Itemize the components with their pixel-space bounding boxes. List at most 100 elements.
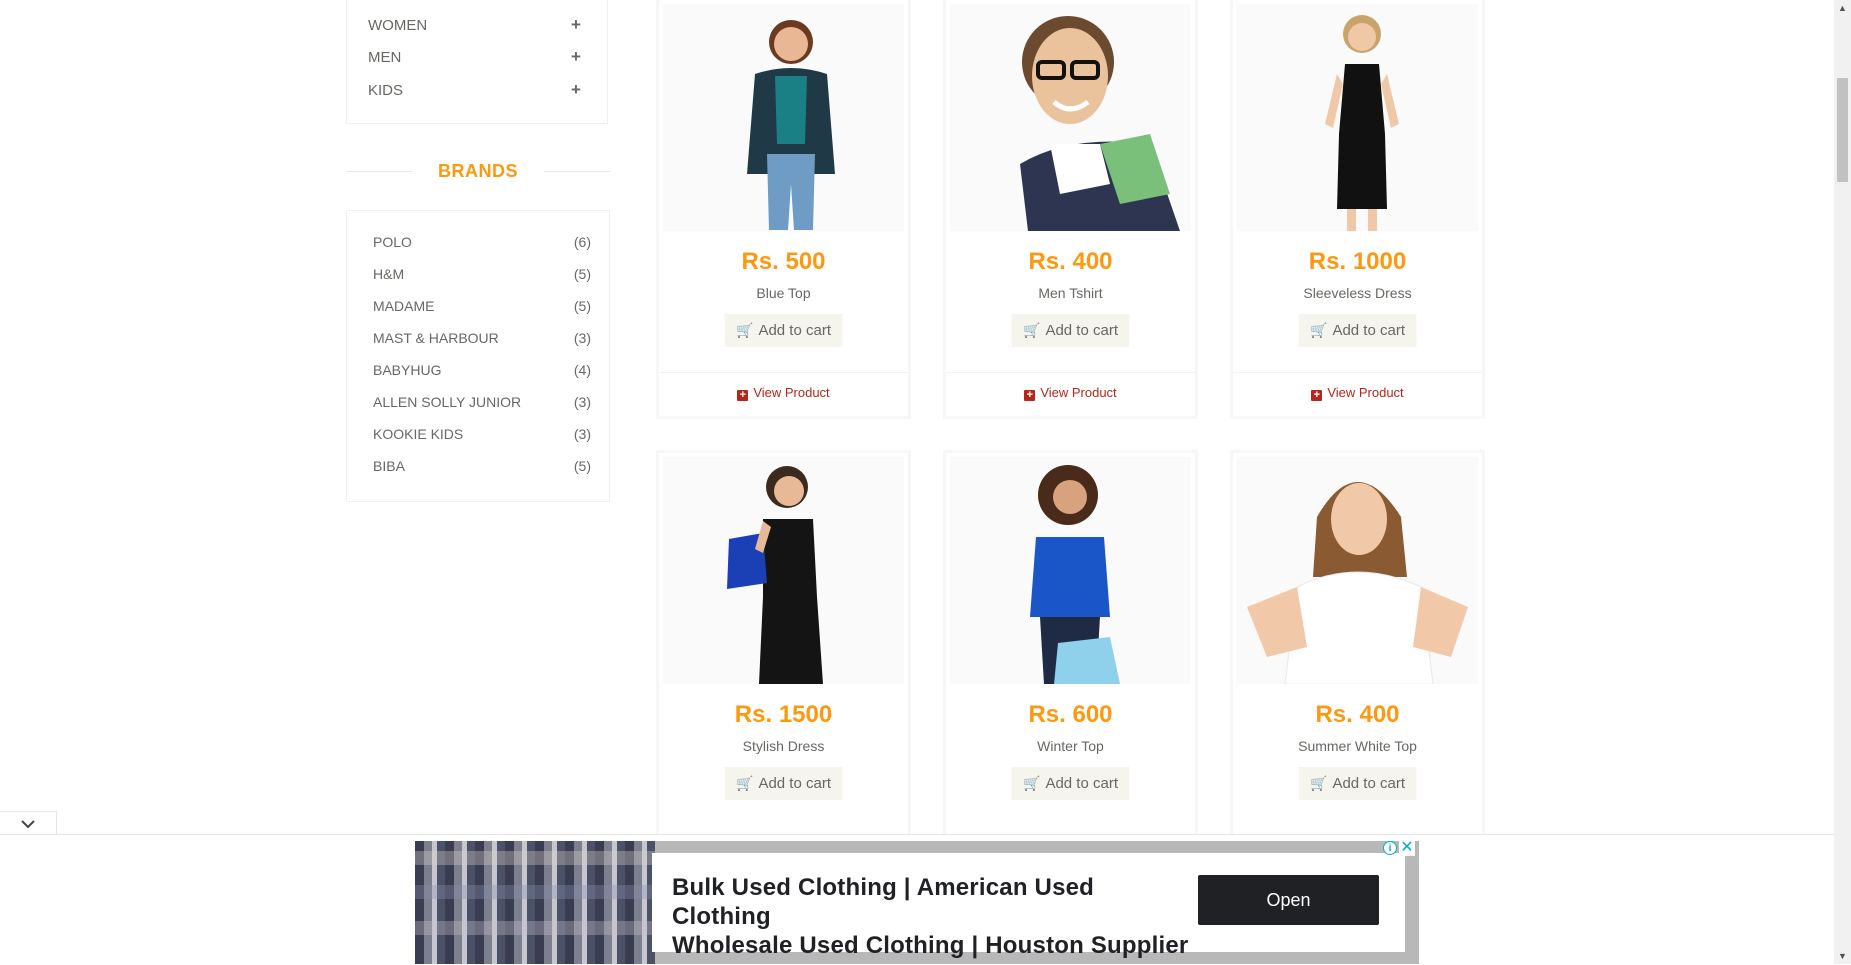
add-to-cart-button[interactable]: 🛒 Add to cart bbox=[724, 314, 843, 347]
product-price: Rs. 400 bbox=[1315, 701, 1400, 728]
cart-icon: 🛒 bbox=[736, 775, 754, 791]
ad-line-1: Bulk Used Clothing | American Used Cloth… bbox=[672, 874, 1095, 930]
person-figure-icon bbox=[1247, 482, 1468, 684]
cart-icon: 🛒 bbox=[1310, 775, 1328, 791]
brand-item-polo[interactable]: POLO (6) bbox=[373, 231, 591, 253]
product-card: Rs. 1500 Stylish Dress 🛒 Add to cart bbox=[656, 450, 911, 850]
plus-icon[interactable]: + bbox=[569, 15, 583, 35]
brands-heading: BRANDS bbox=[346, 156, 610, 186]
category-kids[interactable]: KIDS + bbox=[368, 79, 583, 101]
cart-icon: 🛒 bbox=[1310, 322, 1328, 338]
brand-count: (5) bbox=[573, 458, 591, 474]
brand-name: KOOKIE KIDS bbox=[373, 426, 464, 442]
ad-close-icon[interactable]: ✕ bbox=[1399, 841, 1415, 856]
page-scrollbar[interactable]: ▲ ▼ bbox=[1834, 0, 1851, 964]
category-label: WOMEN bbox=[368, 16, 428, 34]
product-price: Rs. 400 bbox=[1028, 248, 1113, 275]
product-name: Blue Top bbox=[756, 285, 811, 301]
brands-title: BRANDS bbox=[437, 160, 518, 181]
plus-square-icon: + bbox=[1024, 390, 1036, 401]
card-divider bbox=[659, 372, 908, 373]
add-to-cart-button[interactable]: 🛒 Add to cart bbox=[1298, 767, 1417, 800]
chevron-down-icon bbox=[21, 820, 35, 829]
ad-info-icon[interactable]: i bbox=[1383, 841, 1397, 855]
person-figure-icon bbox=[747, 20, 835, 230]
product-image[interactable] bbox=[1237, 4, 1478, 231]
add-to-cart-label: Add to cart bbox=[1332, 322, 1405, 339]
ad-open-button[interactable]: Open bbox=[1198, 875, 1379, 925]
brand-name: MAST & HARBOUR bbox=[373, 330, 499, 346]
category-women[interactable]: WOMEN + bbox=[368, 14, 583, 36]
add-to-cart-label: Add to cart bbox=[1045, 322, 1118, 339]
view-product-link[interactable]: + View Product bbox=[1233, 385, 1482, 401]
category-men[interactable]: MEN + bbox=[368, 46, 583, 68]
brand-count: (3) bbox=[573, 426, 591, 442]
ad-banner[interactable]: Bulk Used Clothing | American Used Cloth… bbox=[415, 841, 1419, 964]
add-to-cart-label: Add to cart bbox=[758, 775, 831, 792]
scroll-thumb[interactable] bbox=[1837, 78, 1848, 182]
view-product-label: View Product bbox=[1327, 385, 1404, 400]
view-product-label: View Product bbox=[753, 385, 830, 400]
brand-count: (5) bbox=[573, 298, 591, 314]
brand-count: (4) bbox=[573, 362, 591, 378]
plus-square-icon: + bbox=[737, 390, 749, 401]
product-price: Rs. 1500 bbox=[734, 701, 833, 728]
brand-panel: POLO (6) H&M (5) MADAME (5) MAST & HARBO… bbox=[346, 210, 610, 502]
heading-divider bbox=[346, 171, 412, 172]
brand-item-hm[interactable]: H&M (5) bbox=[373, 263, 591, 285]
person-figure-icon bbox=[1325, 15, 1399, 231]
brand-item-babyhug[interactable]: BABYHUG (4) bbox=[373, 359, 591, 381]
ad-headline: Bulk Used Clothing | American Used Cloth… bbox=[672, 873, 1192, 960]
brand-count: (3) bbox=[573, 330, 591, 346]
add-to-cart-button[interactable]: 🛒 Add to cart bbox=[724, 767, 843, 800]
product-image[interactable] bbox=[950, 4, 1191, 231]
brand-item-biba[interactable]: BIBA (5) bbox=[373, 455, 591, 477]
brand-name: BABYHUG bbox=[373, 362, 442, 378]
product-name: Summer White Top bbox=[1298, 738, 1417, 754]
product-price: Rs. 1000 bbox=[1308, 248, 1407, 275]
plus-square-icon: + bbox=[1311, 390, 1323, 401]
cart-icon: 🛒 bbox=[736, 322, 754, 338]
plus-icon[interactable]: + bbox=[569, 80, 583, 100]
person-figure-icon bbox=[1030, 465, 1120, 684]
product-name: Men Tshirt bbox=[1038, 285, 1103, 301]
view-product-link[interactable]: + View Product bbox=[659, 385, 908, 401]
ad-collapse-button[interactable] bbox=[0, 811, 57, 836]
brand-item-madame[interactable]: MADAME (5) bbox=[373, 295, 591, 317]
add-to-cart-button[interactable]: 🛒 Add to cart bbox=[1011, 314, 1130, 347]
product-card: Rs. 400 Summer White Top 🛒 Add to cart bbox=[1230, 450, 1485, 850]
category-panel: WOMEN + MEN + KIDS + bbox=[346, 0, 608, 124]
plus-icon[interactable]: + bbox=[569, 47, 583, 67]
brand-item-allen-solly-junior[interactable]: ALLEN SOLLY JUNIOR (3) bbox=[373, 391, 591, 413]
brand-name: H&M bbox=[373, 266, 405, 282]
cart-icon: 🛒 bbox=[1023, 775, 1041, 791]
scroll-down-icon[interactable]: ▼ bbox=[1834, 948, 1851, 964]
brand-item-kookie-kids[interactable]: KOOKIE KIDS (3) bbox=[373, 423, 591, 445]
product-card: Rs. 500 Blue Top 🛒 Add to cart + View Prod… bbox=[656, 0, 911, 419]
person-figure-icon bbox=[1020, 16, 1180, 231]
brand-name: MADAME bbox=[373, 298, 435, 314]
product-card: Rs. 400 Men Tshirt 🛒 Add to cart + View Pr… bbox=[943, 0, 1198, 419]
product-image[interactable] bbox=[1237, 457, 1478, 684]
card-divider bbox=[946, 372, 1195, 373]
product-image[interactable] bbox=[663, 4, 904, 231]
product-price: Rs. 500 bbox=[741, 248, 826, 275]
scroll-up-icon[interactable]: ▲ bbox=[1834, 0, 1851, 16]
product-image[interactable] bbox=[663, 457, 904, 684]
category-label: KIDS bbox=[368, 81, 404, 99]
add-to-cart-button[interactable]: 🛒 Add to cart bbox=[1298, 314, 1417, 347]
person-figure-icon bbox=[727, 466, 823, 684]
add-to-cart-label: Add to cart bbox=[1332, 775, 1405, 792]
product-price: Rs. 600 bbox=[1028, 701, 1113, 728]
add-to-cart-label: Add to cart bbox=[758, 322, 831, 339]
view-product-label: View Product bbox=[1040, 385, 1117, 400]
product-image[interactable] bbox=[950, 457, 1191, 684]
brand-item-mast-harbour[interactable]: MAST & HARBOUR (3) bbox=[373, 327, 591, 349]
add-to-cart-button[interactable]: 🛒 Add to cart bbox=[1011, 767, 1130, 800]
brand-name: ALLEN SOLLY JUNIOR bbox=[373, 394, 522, 410]
brand-count: (5) bbox=[573, 266, 591, 282]
brand-count: (3) bbox=[573, 394, 591, 410]
add-to-cart-label: Add to cart bbox=[1045, 775, 1118, 792]
ad-image bbox=[415, 841, 655, 964]
view-product-link[interactable]: + View Product bbox=[946, 385, 1195, 401]
